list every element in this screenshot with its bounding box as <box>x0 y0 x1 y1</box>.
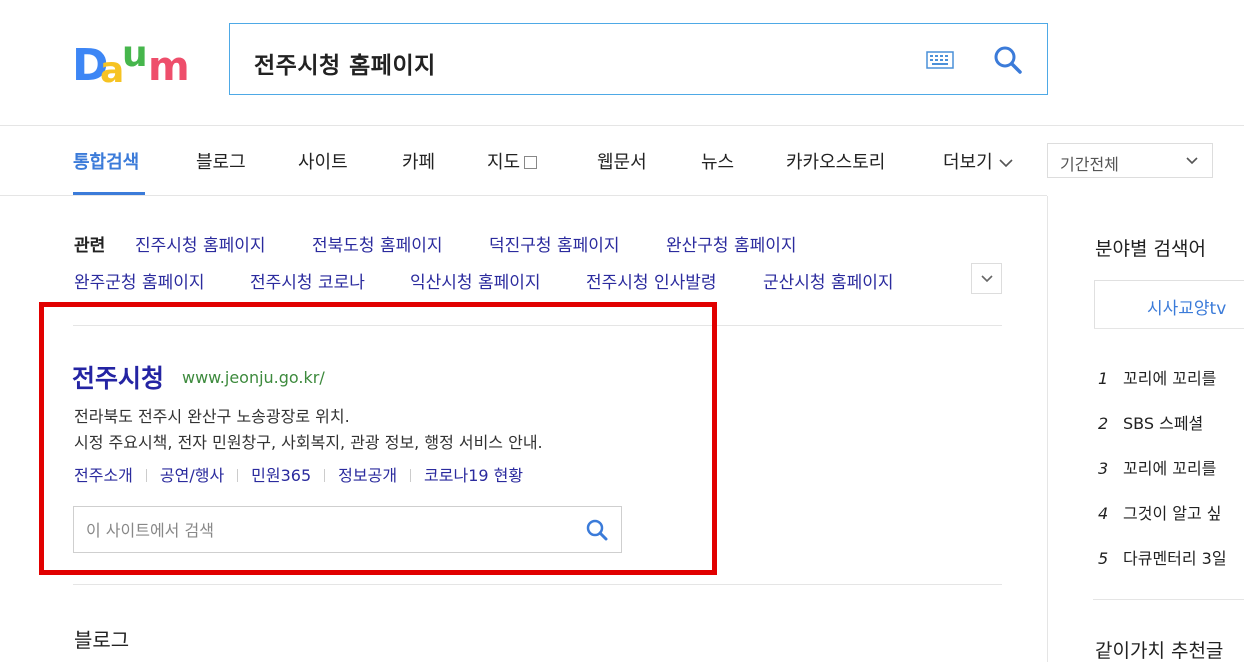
search-button[interactable] <box>992 44 1024 76</box>
rank-number: 5 <box>1098 549 1109 568</box>
rank-number: 1 <box>1098 369 1109 388</box>
search-input[interactable]: 전주시청 홈페이지 <box>254 46 436 80</box>
related-expand-button[interactable] <box>971 263 1002 294</box>
daum-logo[interactable]: D a u m <box>72 34 200 91</box>
search-tabs: 통합검색 블로그 사이트 카페 지도 웹문서 뉴스 카카오스토리 더보기 기간전… <box>0 126 1244 195</box>
right-divider <box>1093 599 1244 600</box>
keyboard-icon[interactable] <box>926 51 954 69</box>
tab-webdoc[interactable]: 웹문서 <box>597 148 647 174</box>
trending-item[interactable]: 4 그것이 알고 싶 <box>1098 500 1222 524</box>
chevron-down-icon <box>1186 157 1198 165</box>
map-window-icon <box>524 156 538 169</box>
tab-blog[interactable]: 블로그 <box>196 148 246 174</box>
trending-item[interactable]: 3 꼬리에 꼬리를 <box>1098 455 1216 479</box>
recommend-title: 같이가치 추천글 <box>1095 640 1224 662</box>
trending-item[interactable]: 1 꼬리에 꼬리를 <box>1098 365 1216 389</box>
tab-map-label: 지도 <box>487 152 521 173</box>
tab-more[interactable]: 더보기 <box>943 148 1013 174</box>
related-link[interactable]: 완주군청 홈페이지 <box>74 268 205 293</box>
daum-logo-mark: D a u m <box>72 34 190 91</box>
rank-text: 다큐멘터리 3일 <box>1123 549 1227 568</box>
related-link[interactable]: 진주시청 홈페이지 <box>135 231 266 256</box>
trending-item[interactable]: 2 SBS 스페셜 <box>1098 410 1203 434</box>
trending-tab-label: 시사교양tv <box>1147 299 1227 319</box>
svg-text:u: u <box>122 36 148 75</box>
search-icon <box>994 46 1022 74</box>
tab-map[interactable]: 지도 <box>487 148 538 174</box>
svg-text:a: a <box>100 50 124 88</box>
rank-number: 3 <box>1098 459 1109 478</box>
related-link[interactable]: 전주시청 코로나 <box>250 268 365 293</box>
rank-text: 꼬리에 꼬리를 <box>1123 369 1217 388</box>
rank-number: 2 <box>1098 414 1109 433</box>
related-link[interactable]: 전주시청 인사발령 <box>586 268 717 293</box>
rank-text: 그것이 알고 싶 <box>1123 504 1222 523</box>
rank-text: SBS 스페셜 <box>1123 414 1204 433</box>
related-label: 관련 <box>74 236 106 256</box>
related-link[interactable]: 익산시청 홈페이지 <box>410 268 541 293</box>
rank-text: 꼬리에 꼬리를 <box>1123 459 1217 478</box>
tab-cafe[interactable]: 카페 <box>402 148 435 174</box>
tabs-divider <box>0 195 1047 196</box>
period-select[interactable]: 기간전체 <box>1047 143 1213 178</box>
related-link[interactable]: 덕진구청 홈페이지 <box>489 231 620 256</box>
trending-tab[interactable]: 시사교양tv <box>1094 280 1244 328</box>
tab-kakaostory[interactable]: 카카오스토리 <box>786 148 885 174</box>
related-link[interactable]: 완산구청 홈페이지 <box>666 231 797 256</box>
rank-number: 4 <box>1098 504 1109 523</box>
related-link[interactable]: 군산시청 홈페이지 <box>763 268 894 293</box>
chevron-down-icon <box>999 152 1013 173</box>
search-box[interactable]: 전주시청 홈페이지 <box>229 23 1048 95</box>
trending-tab-divider <box>1094 328 1244 329</box>
trending-title: 분야별 검색어 <box>1095 238 1206 260</box>
tab-news[interactable]: 뉴스 <box>701 148 734 174</box>
highlight-box <box>39 302 717 575</box>
chevron-down-icon <box>981 275 993 283</box>
related-link[interactable]: 전북도청 홈페이지 <box>312 231 443 256</box>
column-divider <box>1047 196 1048 662</box>
blog-section-heading: 블로그 <box>74 628 130 652</box>
tab-integrated[interactable]: 통합검색 <box>73 148 139 174</box>
svg-text:m: m <box>148 44 190 88</box>
period-select-value: 기간전체 <box>1060 155 1119 174</box>
tab-site[interactable]: 사이트 <box>298 148 348 174</box>
tab-more-label: 더보기 <box>943 152 993 173</box>
result-divider <box>73 584 1002 585</box>
trending-item[interactable]: 5 다큐멘터리 3일 <box>1098 545 1227 569</box>
